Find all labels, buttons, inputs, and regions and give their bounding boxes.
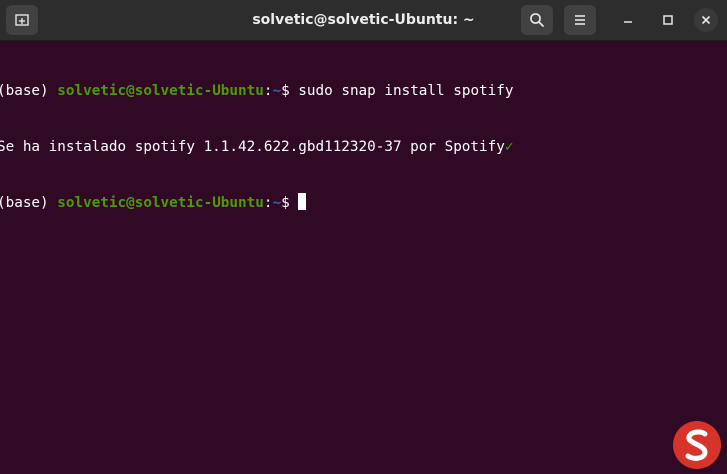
prompt-path: ~ [272, 83, 282, 99]
terminal-window: solvetic@solvetic-Ubuntu: ~ (base) solve… [0, 0, 727, 474]
terminal-line: (base) solvetic@solvetic-Ubuntu:~$ sudo … [0, 82, 724, 101]
search-button[interactable] [521, 5, 553, 35]
text-cursor [298, 193, 307, 210]
prompt-symbol: $ [281, 83, 299, 99]
terminal-line: (base) solvetic@solvetic-Ubuntu:~$ [0, 193, 724, 212]
command-text: sudo snap install spotify [298, 83, 514, 99]
verified-check-icon: ✓ [504, 138, 514, 155]
terminal-output[interactable]: (base) solvetic@solvetic-Ubuntu:~$ sudo … [0, 41, 727, 474]
prompt-user-host: solvetic@solvetic-Ubuntu [57, 83, 264, 99]
menu-button[interactable] [564, 5, 596, 35]
minimize-icon [624, 21, 632, 23]
close-button[interactable] [694, 8, 718, 32]
prompt-user-host: solvetic@solvetic-Ubuntu [57, 195, 264, 211]
conda-env-label: (base) [0, 83, 58, 99]
prompt-symbol: $ [281, 195, 299, 211]
title-bar[interactable]: solvetic@solvetic-Ubuntu: ~ [0, 0, 727, 41]
search-icon [530, 13, 544, 27]
new-tab-button[interactable] [6, 5, 38, 35]
solvetic-logo [673, 421, 721, 469]
prompt-path: ~ [272, 195, 282, 211]
maximize-icon [663, 15, 673, 25]
close-icon [701, 15, 711, 25]
conda-env-label: (base) [0, 195, 58, 211]
new-tab-icon [15, 14, 29, 26]
maximize-button[interactable] [656, 8, 680, 32]
hamburger-menu-icon [575, 15, 585, 25]
minimize-button[interactable] [616, 8, 640, 32]
terminal-line: Se ha instalado spotify 1.1.42.622.gbd11… [0, 138, 724, 157]
output-text: Se ha instalado spotify 1.1.42.622.gbd11… [0, 138, 505, 155]
